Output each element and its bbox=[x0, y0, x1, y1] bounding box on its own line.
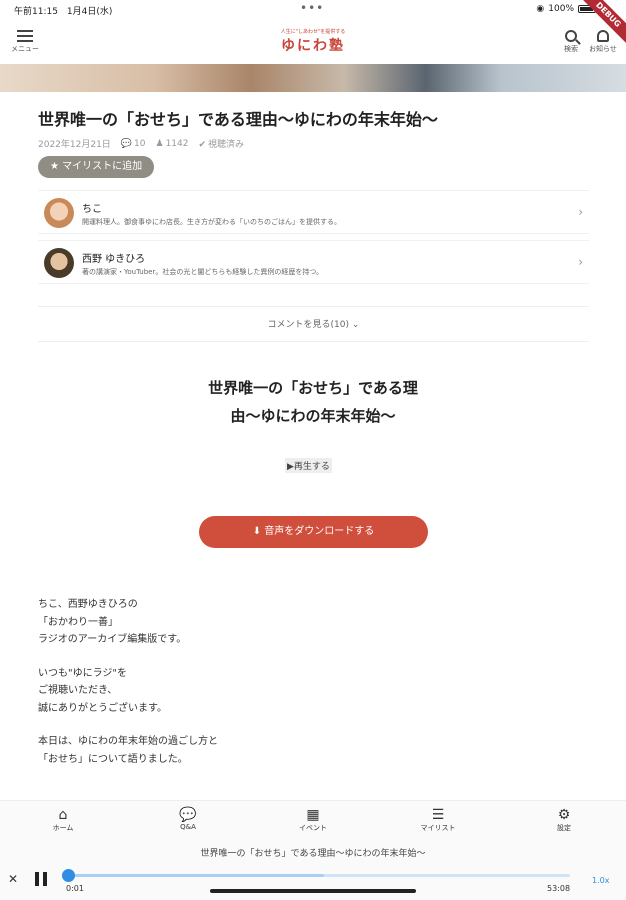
wifi-icon: ◉ bbox=[536, 4, 545, 14]
avatar bbox=[44, 248, 74, 278]
nav-mylist[interactable]: ☰ マイリスト bbox=[408, 807, 468, 833]
play-label: 再生する bbox=[293, 462, 330, 472]
home-indicator bbox=[210, 889, 416, 893]
app-header: メニュー 人生に"しあわせ"を提供する ゆにわ塾 検索 お知らせ bbox=[0, 22, 626, 64]
progress-track[interactable] bbox=[68, 874, 570, 877]
text-line: 本日は、ゆにわの年末年始の過ごし方と bbox=[38, 736, 218, 747]
download-audio-label: 音声をダウンロードする bbox=[264, 526, 375, 537]
notifications-button[interactable]: お知らせ bbox=[588, 30, 618, 54]
episode-title: 世界唯一の「おせち」である理由〜ゆにわの年末年始〜 bbox=[38, 110, 438, 129]
add-to-mylist-button[interactable]: ★ マイリストに追加 bbox=[38, 156, 155, 178]
comment-icon: 💬 bbox=[120, 138, 133, 149]
author-card[interactable]: 西野 ゆきひろ 著の講演家・YouTuber。社会の光と闇どちらも経験した異例の… bbox=[38, 240, 589, 284]
chevron-right-icon: › bbox=[578, 205, 583, 219]
nav-home[interactable]: ⌂ ホーム bbox=[33, 807, 93, 833]
watched-status: 視聴済み bbox=[208, 140, 245, 150]
author-name: 西野 ゆきひろ bbox=[82, 254, 146, 265]
gear-icon: ⚙ bbox=[557, 807, 571, 823]
text-line: 「おせち」について語りました。 bbox=[38, 753, 188, 765]
search-icon bbox=[565, 30, 577, 42]
show-comments-label: コメントを見る(10) bbox=[267, 320, 350, 330]
battery-percent: 100% bbox=[548, 4, 574, 14]
logo-name: ゆにわ塾 bbox=[281, 38, 345, 54]
comment-count: 10 bbox=[134, 138, 146, 149]
player-title: 世界唯一の「おせち」である理由〜ゆにわの年末年始〜 bbox=[200, 849, 426, 859]
hamburger-icon bbox=[17, 30, 33, 42]
person-icon: ♟ bbox=[155, 138, 164, 149]
check-circle-icon: ✔ bbox=[198, 140, 207, 150]
episode-meta: 2022年12月21日 💬 10 ♟ 1142 ✔ 視聴済み bbox=[38, 137, 245, 151]
download-audio-button[interactable]: ⬇ 音声をダウンロードする bbox=[199, 516, 428, 548]
nav-qa[interactable]: 💬 Q&A bbox=[158, 807, 218, 831]
paragraph: いつも"ゆにラジ"を ご視聴いただき、 誠にありがとうございます。 bbox=[38, 665, 218, 718]
bell-icon bbox=[597, 30, 609, 42]
listen-count: 1142 bbox=[165, 138, 189, 149]
show-comments-button[interactable]: コメントを見る(10) ⌄ bbox=[38, 306, 589, 342]
text-line: ご視聴いただき、 bbox=[38, 685, 118, 696]
nav-event-label: イベント bbox=[299, 824, 327, 832]
playback-speed-button[interactable]: 1.0x bbox=[592, 876, 609, 885]
search-button[interactable]: 検索 bbox=[556, 30, 586, 54]
play-circle-icon: ▶ bbox=[287, 462, 294, 472]
text-line: 誠にありがとうございます。 bbox=[38, 702, 167, 714]
status-time: 午前11:15 1月4日(水) bbox=[14, 7, 113, 17]
text-line: ちこ、西野ゆきひろの bbox=[38, 599, 138, 610]
nav-mylist-label: マイリスト bbox=[420, 824, 456, 832]
nav-qa-label: Q&A bbox=[180, 823, 196, 831]
chevron-down-icon: ⌄ bbox=[351, 320, 360, 330]
close-icon[interactable]: ✕ bbox=[8, 872, 18, 886]
logo[interactable]: 人生に"しあわせ"を提供する ゆにわ塾 bbox=[258, 28, 368, 55]
progress-thumb[interactable] bbox=[62, 869, 75, 882]
paragraph: 本日は、ゆにわの年末年始の過ごし方と 「おせち」について語りました。 bbox=[38, 733, 218, 768]
nav-settings[interactable]: ⚙ 設定 bbox=[534, 807, 594, 833]
status-bar: 午前11:15 1月4日(水) ••• ◉ 100% DEBUG bbox=[0, 0, 626, 49]
article-body: ちこ、西野ゆきひろの 「おかわり一善」 ラジオのアーカイブ編集版です。 いつも"… bbox=[38, 596, 218, 784]
bottom-nav: ⌂ ホーム 💬 Q&A ▦ イベント ☰ マイリスト ⚙ 設定 bbox=[0, 800, 626, 838]
nav-event[interactable]: ▦ イベント bbox=[283, 807, 343, 833]
article-title-line: 世界唯一の「おせち」である理 bbox=[208, 379, 418, 397]
chevron-right-icon: › bbox=[578, 255, 583, 269]
text-line: いつも"ゆにラジ"を bbox=[38, 667, 127, 679]
calendar-icon: ▦ bbox=[306, 807, 320, 823]
download-icon: ⬇ bbox=[252, 526, 262, 537]
author-description: 開運料理人。御食事ゆにわ店長。生き方が変わる「いのちのごはん」を提供する。 bbox=[82, 218, 341, 226]
duration: 53:08 bbox=[547, 884, 571, 893]
article-title-line: 由〜ゆにわの年末年始〜 bbox=[230, 407, 396, 425]
add-to-mylist-label: マイリストに追加 bbox=[62, 161, 143, 172]
search-label: 検索 bbox=[564, 45, 578, 53]
nav-home-label: ホーム bbox=[52, 824, 74, 832]
chat-bubbles-icon: 💬 bbox=[179, 807, 197, 823]
paragraph: ちこ、西野ゆきひろの 「おかわり一善」 ラジオのアーカイブ編集版です。 bbox=[38, 596, 218, 649]
pause-icon[interactable] bbox=[34, 872, 48, 886]
list-icon: ☰ bbox=[431, 807, 445, 823]
home-icon: ⌂ bbox=[58, 807, 68, 823]
current-time: 0:01 bbox=[66, 884, 84, 893]
author-description: 著の講演家・YouTuber。社会の光と闇どちらも経験した異例の経歴を持つ。 bbox=[82, 268, 324, 276]
episode-date: 2022年12月21日 bbox=[38, 140, 111, 150]
play-button[interactable]: ▶再生する bbox=[285, 458, 332, 473]
text-line: 「おかわり一善」 bbox=[38, 616, 118, 628]
star-icon: ★ bbox=[50, 161, 59, 172]
author-card[interactable]: ちこ 開運料理人。御食事ゆにわ店長。生き方が変わる「いのちのごはん」を提供する。… bbox=[38, 190, 589, 234]
notifications-label: お知らせ bbox=[589, 45, 617, 53]
nav-settings-label: 設定 bbox=[557, 824, 571, 832]
article-title: 世界唯一の「おせち」である理 由〜ゆにわの年末年始〜 bbox=[180, 374, 446, 430]
text-line: ラジオのアーカイブ編集版です。 bbox=[38, 634, 187, 645]
multitask-dots-icon[interactable]: ••• bbox=[300, 1, 324, 15]
hero-image bbox=[0, 64, 626, 92]
author-name: ちこ bbox=[82, 204, 102, 215]
avatar bbox=[44, 198, 74, 228]
menu-label: メニュー bbox=[11, 45, 39, 53]
logo-tagline: 人生に"しあわせ"を提供する bbox=[280, 29, 346, 35]
menu-button[interactable]: メニュー bbox=[8, 30, 42, 54]
buffered-bar bbox=[68, 874, 325, 877]
